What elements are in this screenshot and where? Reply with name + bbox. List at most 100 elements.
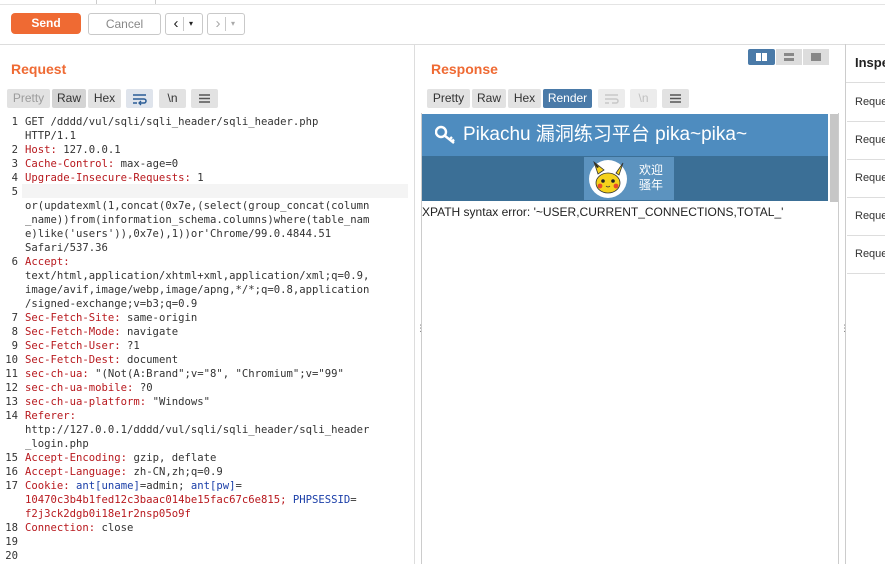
- layout-side-by-side-button[interactable]: [748, 49, 775, 65]
- line-number: 7: [11, 312, 18, 324]
- code-line: 13 sec-ch-ua-platform: "Windows": [0, 395, 369, 409]
- wrap-lines-button[interactable]: [126, 89, 153, 108]
- send-button[interactable]: Send: [11, 13, 81, 34]
- back-arrow-icon: ‹: [173, 15, 179, 32]
- code-line: text/html,application/xhtml+xml,applicat…: [0, 269, 369, 283]
- header-value: zh-CN,zh;q=0.9: [127, 466, 223, 478]
- header-value: "(Not(A:Brand";v="8", "Chromium";v="99": [88, 368, 344, 380]
- inspector-row[interactable]: Reque: [847, 121, 885, 160]
- header-value: or(updatexml(1,concat(0x7e,(select(group…: [25, 200, 370, 212]
- code-line: 2 Host: 127.0.0.1: [0, 143, 369, 157]
- code-line: 11 sec-ch-ua: "(Not(A:Brand";v="8", "Chro…: [0, 367, 369, 381]
- inspector-row[interactable]: Reque: [847, 235, 885, 274]
- wrap-lines-button[interactable]: [598, 89, 625, 108]
- header-name: Connection:: [25, 522, 96, 534]
- code-line: 17 Cookie: ant[uname]=admin; ant[pw]=: [0, 479, 369, 493]
- panel-divider: [414, 44, 415, 564]
- error-message: XPATH syntax error: '~USER,CURRENT_CONNE…: [422, 205, 784, 219]
- header-value: HTTP/1.1: [25, 130, 77, 142]
- header-value: GET /dddd/vul/sqli/sqli_header/sqli_head…: [25, 116, 319, 128]
- code-line: 3 Cache-Control: max-age=0: [0, 157, 369, 171]
- header-name: sec-ch-ua:: [25, 368, 89, 380]
- request-panel-title: Request: [11, 61, 67, 77]
- cookie-name: ant[pw]: [190, 480, 236, 492]
- code-line: _name))from(information_schema.columns)w…: [0, 213, 369, 227]
- tab-stub[interactable]: [96, 0, 156, 4]
- line-number: 3: [11, 158, 18, 170]
- line-number: 10: [5, 354, 18, 366]
- code-line: or(updatexml(1,concat(0x7e,(select(group…: [0, 199, 369, 213]
- forward-arrow-icon: ›: [215, 15, 221, 32]
- newline-toggle[interactable]: \n: [159, 89, 186, 108]
- code-line: Safari/537.36: [0, 241, 369, 255]
- request-menu-button[interactable]: [191, 89, 218, 108]
- header-name: Cache-Control:: [25, 158, 115, 170]
- cookie-value: =: [350, 494, 357, 506]
- inspector-row[interactable]: Reque: [847, 197, 885, 236]
- layout-stacked-button[interactable]: [776, 49, 802, 65]
- tab-raw[interactable]: Raw: [472, 89, 506, 108]
- tab-hex[interactable]: Hex: [88, 89, 121, 108]
- resize-grip-icon[interactable]: ⋮: [416, 324, 425, 340]
- newline-toggle[interactable]: \n: [630, 89, 657, 108]
- welcome-text: 欢迎 骚年: [636, 163, 666, 193]
- line-number: 4: [11, 172, 18, 184]
- code-line: _login.php: [0, 437, 369, 451]
- header-value: max-age=0: [114, 158, 179, 170]
- header-value: ?1: [120, 340, 140, 352]
- inspector-row[interactable]: Reque: [847, 83, 885, 122]
- header-value: same-origin: [120, 312, 198, 324]
- site-header: Pikachu 漏洞练习平台 pika~pika~: [422, 114, 828, 156]
- chevron-down-icon[interactable]: ▾: [186, 14, 196, 34]
- code-line: image/avif,image/webp,image/apng,*/*;q=0…: [0, 283, 369, 297]
- resize-grip-icon[interactable]: ⋮: [840, 324, 849, 340]
- code-line: 15 Accept-Encoding: gzip, deflate: [0, 451, 369, 465]
- header-value: Safari/537.36: [25, 242, 108, 254]
- chevron-down-icon[interactable]: ▾: [228, 14, 238, 34]
- header-name: Accept-Language:: [25, 466, 128, 478]
- header-value: _login.php: [25, 438, 89, 450]
- header-name: Referer:: [25, 410, 77, 422]
- line-number: 9: [11, 340, 18, 352]
- header-value: image/avif,image/webp,image/apng,*/*;q=0…: [25, 284, 370, 296]
- inspector-row[interactable]: Reque: [847, 159, 885, 198]
- request-editor[interactable]: 1 GET /dddd/vul/sqli/sqli_header/sqli_hea…: [0, 114, 410, 564]
- code-line: 16 Accept-Language: zh-CN,zh;q=0.9: [0, 465, 369, 479]
- hamburger-menu-icon: [199, 94, 210, 103]
- code-line: HTTP/1.1: [0, 129, 369, 143]
- separator: [183, 17, 184, 31]
- line-number: 16: [5, 466, 18, 478]
- back-button[interactable]: ‹ ▾: [165, 13, 203, 35]
- tab-render[interactable]: Render: [543, 89, 592, 108]
- forward-button[interactable]: › ▾: [207, 13, 245, 35]
- header-name: Accept-Encoding:: [25, 452, 128, 464]
- code-line: 12 sec-ch-ua-mobile: ?0: [0, 381, 369, 395]
- line-number: 1: [11, 116, 18, 128]
- line-number: 14: [5, 410, 18, 422]
- tab-pretty[interactable]: Pretty: [7, 89, 50, 108]
- cookie-value: f2j3ck2dgb0i18e1r2nsp05o9f: [25, 508, 191, 520]
- code-line: 1 GET /dddd/vul/sqli/sqli_header/sqli_hea…: [0, 115, 369, 129]
- header-value: "Windows": [146, 396, 210, 408]
- layout-single-button[interactable]: [803, 49, 829, 65]
- inspector-title: Inspe: [855, 55, 885, 70]
- site-title: Pikachu 漏洞练习平台 pika~pika~: [463, 124, 748, 145]
- header-name: Upgrade-Insecure-Requests:: [25, 172, 191, 184]
- hamburger-menu-icon: [670, 94, 681, 103]
- cookie-value: 10470c3b4b1fed12c3baac014be15fac67c6e815…: [25, 494, 293, 506]
- code-line: 7 Sec-Fetch-Site: same-origin: [0, 311, 369, 325]
- line-number: 17: [5, 480, 18, 492]
- cancel-button[interactable]: Cancel: [88, 13, 161, 35]
- header-name: Sec-Fetch-Mode:: [25, 326, 121, 338]
- header-name: Accept:: [25, 256, 70, 268]
- render-scrollbar[interactable]: [830, 114, 838, 202]
- response-menu-button[interactable]: [662, 89, 689, 108]
- tab-raw[interactable]: Raw: [52, 89, 86, 108]
- code-line: f2j3ck2dgb0i18e1r2nsp05o9f: [0, 507, 369, 521]
- tab-pretty[interactable]: Pretty: [427, 89, 470, 108]
- line-number: 20: [5, 550, 18, 562]
- single-pane-icon: [811, 53, 821, 61]
- tab-hex[interactable]: Hex: [508, 89, 541, 108]
- line-number: 19: [5, 536, 18, 548]
- code-line: 6 Accept:: [0, 255, 369, 269]
